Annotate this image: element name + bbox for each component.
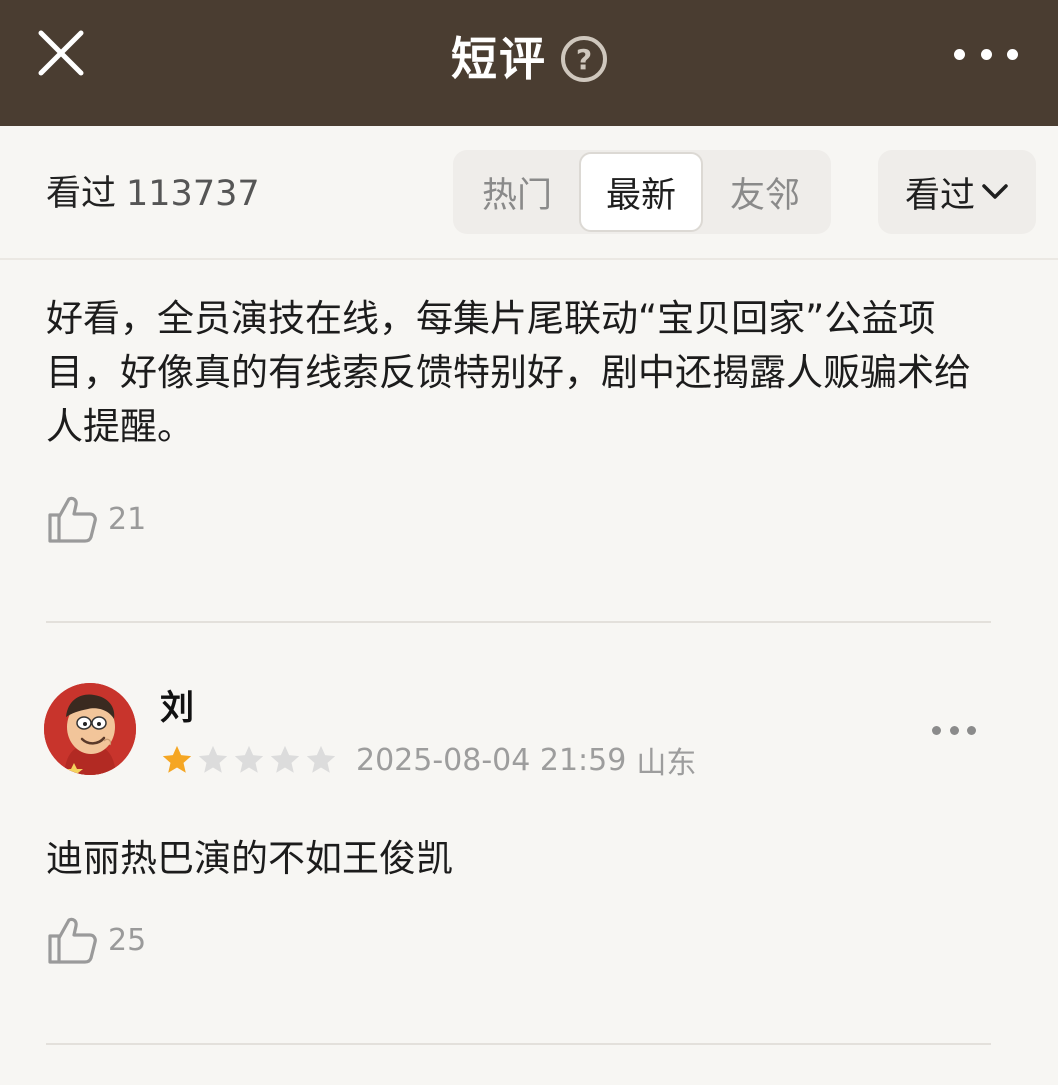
status-filter-dropdown[interactable]: 看过 bbox=[878, 150, 1036, 234]
thumbs-up-icon bbox=[48, 496, 97, 543]
avatar[interactable] bbox=[44, 683, 136, 775]
comment-date: 2025-08-04 21:59 bbox=[356, 742, 627, 778]
comment-location: 山东 bbox=[636, 746, 697, 781]
comment-meta: 2025-08-04 21:59 山东 bbox=[160, 740, 697, 781]
tab-friends[interactable]: 友邻 bbox=[703, 152, 827, 232]
star-rating bbox=[160, 743, 338, 777]
star-empty-icon bbox=[198, 745, 228, 773]
help-icon[interactable]: ? bbox=[561, 36, 607, 82]
seen-label: 看过 bbox=[46, 174, 117, 214]
divider bbox=[46, 621, 991, 623]
like-count: 21 bbox=[108, 501, 147, 537]
tab-hot[interactable]: 热门 bbox=[455, 152, 579, 232]
star-filled-icon bbox=[162, 745, 192, 773]
status-filter-label: 看过 bbox=[904, 175, 975, 216]
title-group: 短评 ? bbox=[0, 0, 1058, 118]
star-empty-icon bbox=[306, 745, 336, 773]
comment-text: 好看，全员演技在线，每集片尾联动“宝贝回家”公益项目，好像真的有线索反馈特别好，… bbox=[46, 297, 971, 448]
more-icon bbox=[932, 725, 941, 735]
comment-more-button[interactable] bbox=[932, 720, 976, 740]
like-count: 25 bbox=[108, 922, 147, 958]
star-empty-icon bbox=[234, 745, 264, 773]
sort-tabs: 热门 最新 友邻 bbox=[453, 150, 831, 234]
thumbs-up-icon bbox=[48, 917, 97, 964]
seen-count: 看过 113737 bbox=[46, 174, 260, 214]
divider bbox=[46, 1043, 991, 1045]
username[interactable]: 刘 bbox=[160, 688, 194, 728]
more-options-button[interactable] bbox=[954, 40, 1018, 68]
seen-number: 113737 bbox=[126, 174, 260, 214]
more-icon bbox=[954, 48, 965, 60]
star-empty-icon bbox=[270, 745, 300, 773]
filter-bar: 看过 113737 热门 最新 友邻 看过 bbox=[0, 126, 1058, 260]
comment-text: 迪丽热巴演的不如王俊凯 bbox=[46, 837, 453, 880]
chevron-down-icon bbox=[982, 184, 1008, 199]
tab-latest[interactable]: 最新 bbox=[579, 152, 703, 232]
page-title: 短评 bbox=[451, 32, 547, 86]
like-button[interactable]: 25 bbox=[46, 914, 146, 966]
like-button[interactable]: 21 bbox=[46, 493, 146, 545]
close-icon bbox=[38, 30, 84, 76]
avatar-image bbox=[44, 683, 136, 775]
close-button[interactable] bbox=[30, 22, 92, 84]
top-bar: 短评 ? bbox=[0, 0, 1058, 126]
